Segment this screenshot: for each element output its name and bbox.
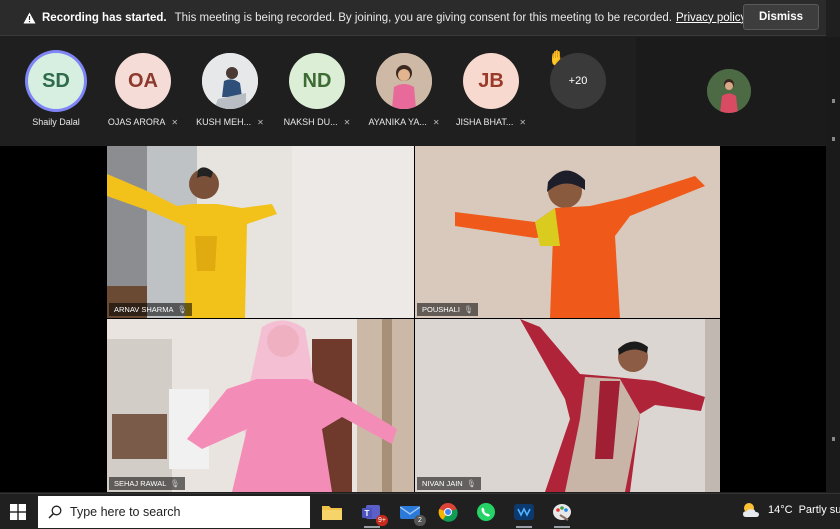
- video-feed: [107, 319, 414, 492]
- active-indicator: [554, 526, 570, 528]
- video-feed: [107, 146, 414, 318]
- video-feed: [415, 146, 720, 318]
- search-placeholder: Type here to search: [70, 505, 181, 519]
- active-indicator: [364, 526, 380, 528]
- participant-strip: SD Shaily Dalal OA OJAS ARORA ✕ KUSH MEH.…: [0, 37, 840, 145]
- avatar: JB: [463, 53, 519, 109]
- participant-naksh[interactable]: ND NAKSH DU... ✕: [272, 37, 362, 145]
- windows-taskbar: Type here to search T 9+ 2 14°C Partly s…: [0, 493, 840, 529]
- warning-icon: [22, 11, 36, 24]
- participant-ojas-arora[interactable]: OA OJAS ARORA ✕: [98, 37, 188, 145]
- avatar-photo: [202, 53, 258, 109]
- banner-message: This meeting is being recorded. By joini…: [174, 11, 672, 24]
- video-tile-nivan[interactable]: NIVAN JAIN 🎙: [415, 319, 720, 492]
- video-stage: ARNAV SHARMA 🎙 POUSHALI 🎙 SEHAJ RAWAL 🎙 …: [0, 146, 826, 492]
- self-view: [636, 37, 826, 145]
- mail-icon[interactable]: 2: [396, 498, 426, 526]
- active-indicator: [516, 526, 532, 528]
- mic-icon: 🎙: [466, 479, 477, 488]
- mic-icon: 🎙: [170, 479, 180, 488]
- mail-notification-badge: 2: [414, 515, 426, 526]
- participant-name: JISHA BHAT... ✕: [455, 117, 527, 127]
- video-app-icon[interactable]: [510, 498, 538, 528]
- paint-app-icon[interactable]: [548, 498, 576, 528]
- weather-widget[interactable]: 14°C Partly su: [742, 502, 840, 518]
- mic-icon: 🎙: [177, 305, 187, 314]
- participant-shaily-dalal[interactable]: SD Shaily Dalal: [11, 37, 101, 145]
- participant-name: KUSH MEH... ✕: [196, 117, 264, 127]
- taskbar-search-box[interactable]: Type here to search: [38, 496, 310, 528]
- participant-label: ARNAV SHARMA 🎙: [109, 303, 192, 316]
- file-explorer-icon[interactable]: [318, 498, 346, 526]
- mic-muted-icon: ✕: [257, 118, 264, 127]
- mic-muted-icon: ✕: [171, 118, 179, 127]
- temperature: 14°C: [768, 504, 793, 516]
- recording-banner: Recording has started. This meeting is b…: [0, 0, 840, 36]
- avatar: OA: [115, 53, 171, 109]
- partly-cloudy-icon: [743, 503, 759, 517]
- participant-name: NAKSH DU... ✕: [283, 117, 351, 127]
- weather-condition: Partly su: [798, 504, 840, 516]
- window-edge: [826, 0, 840, 36]
- scroll-indicator: [832, 137, 835, 141]
- participant-name: Shaily Dalal: [32, 117, 80, 127]
- participant-label: POUSHALI 🎙: [417, 303, 479, 316]
- self-avatar-photo: [707, 69, 751, 113]
- avatar: ND: [289, 53, 345, 109]
- banner-title: Recording has started.: [42, 11, 167, 24]
- video-tile-poushali[interactable]: POUSHALI 🎙: [415, 146, 720, 318]
- participant-label: SEHAJ RAWAL 🎙: [109, 477, 185, 490]
- avatar-photo: [376, 53, 432, 109]
- participant-name: AYANIKA YA... ✕: [368, 117, 440, 127]
- teams-icon[interactable]: T 9+: [358, 498, 388, 528]
- teams-notification-badge: 9+: [376, 515, 388, 526]
- search-icon: [48, 505, 62, 519]
- windows-start-icon[interactable]: [10, 504, 26, 520]
- video-feed: [415, 319, 720, 492]
- video-tile-arnav[interactable]: ARNAV SHARMA 🎙: [107, 146, 414, 318]
- scroll-indicator: [832, 99, 835, 103]
- mic-muted-icon: ✕: [519, 118, 527, 127]
- participant-label: NIVAN JAIN 🎙: [417, 477, 482, 490]
- participant-name: OJAS ARORA ✕: [107, 117, 179, 127]
- mic-muted-icon: ✕: [432, 118, 440, 127]
- mic-muted-icon: ✕: [343, 118, 351, 127]
- participant-jisha[interactable]: JB JISHA BHAT... ✕: [446, 37, 536, 145]
- whatsapp-icon[interactable]: [472, 498, 500, 526]
- avatar: SD: [28, 53, 84, 109]
- privacy-policy-link[interactable]: Privacy policy: [676, 12, 746, 24]
- mic-icon: 🎙: [463, 305, 474, 314]
- chrome-icon[interactable]: [434, 498, 462, 526]
- participant-ayanika[interactable]: AYANIKA YA... ✕: [359, 37, 449, 145]
- participant-kush[interactable]: KUSH MEH... ✕: [185, 37, 275, 145]
- scroll-indicator: [832, 437, 835, 441]
- scrollbar[interactable]: [826, 37, 840, 492]
- svg-text:T: T: [365, 509, 370, 518]
- dismiss-button[interactable]: Dismiss: [743, 4, 819, 30]
- more-participants-button[interactable]: +20: [550, 53, 606, 109]
- video-tile-sehaj[interactable]: SEHAJ RAWAL 🎙: [107, 319, 414, 492]
- teams-meeting-window: Recording has started. This meeting is b…: [0, 0, 840, 529]
